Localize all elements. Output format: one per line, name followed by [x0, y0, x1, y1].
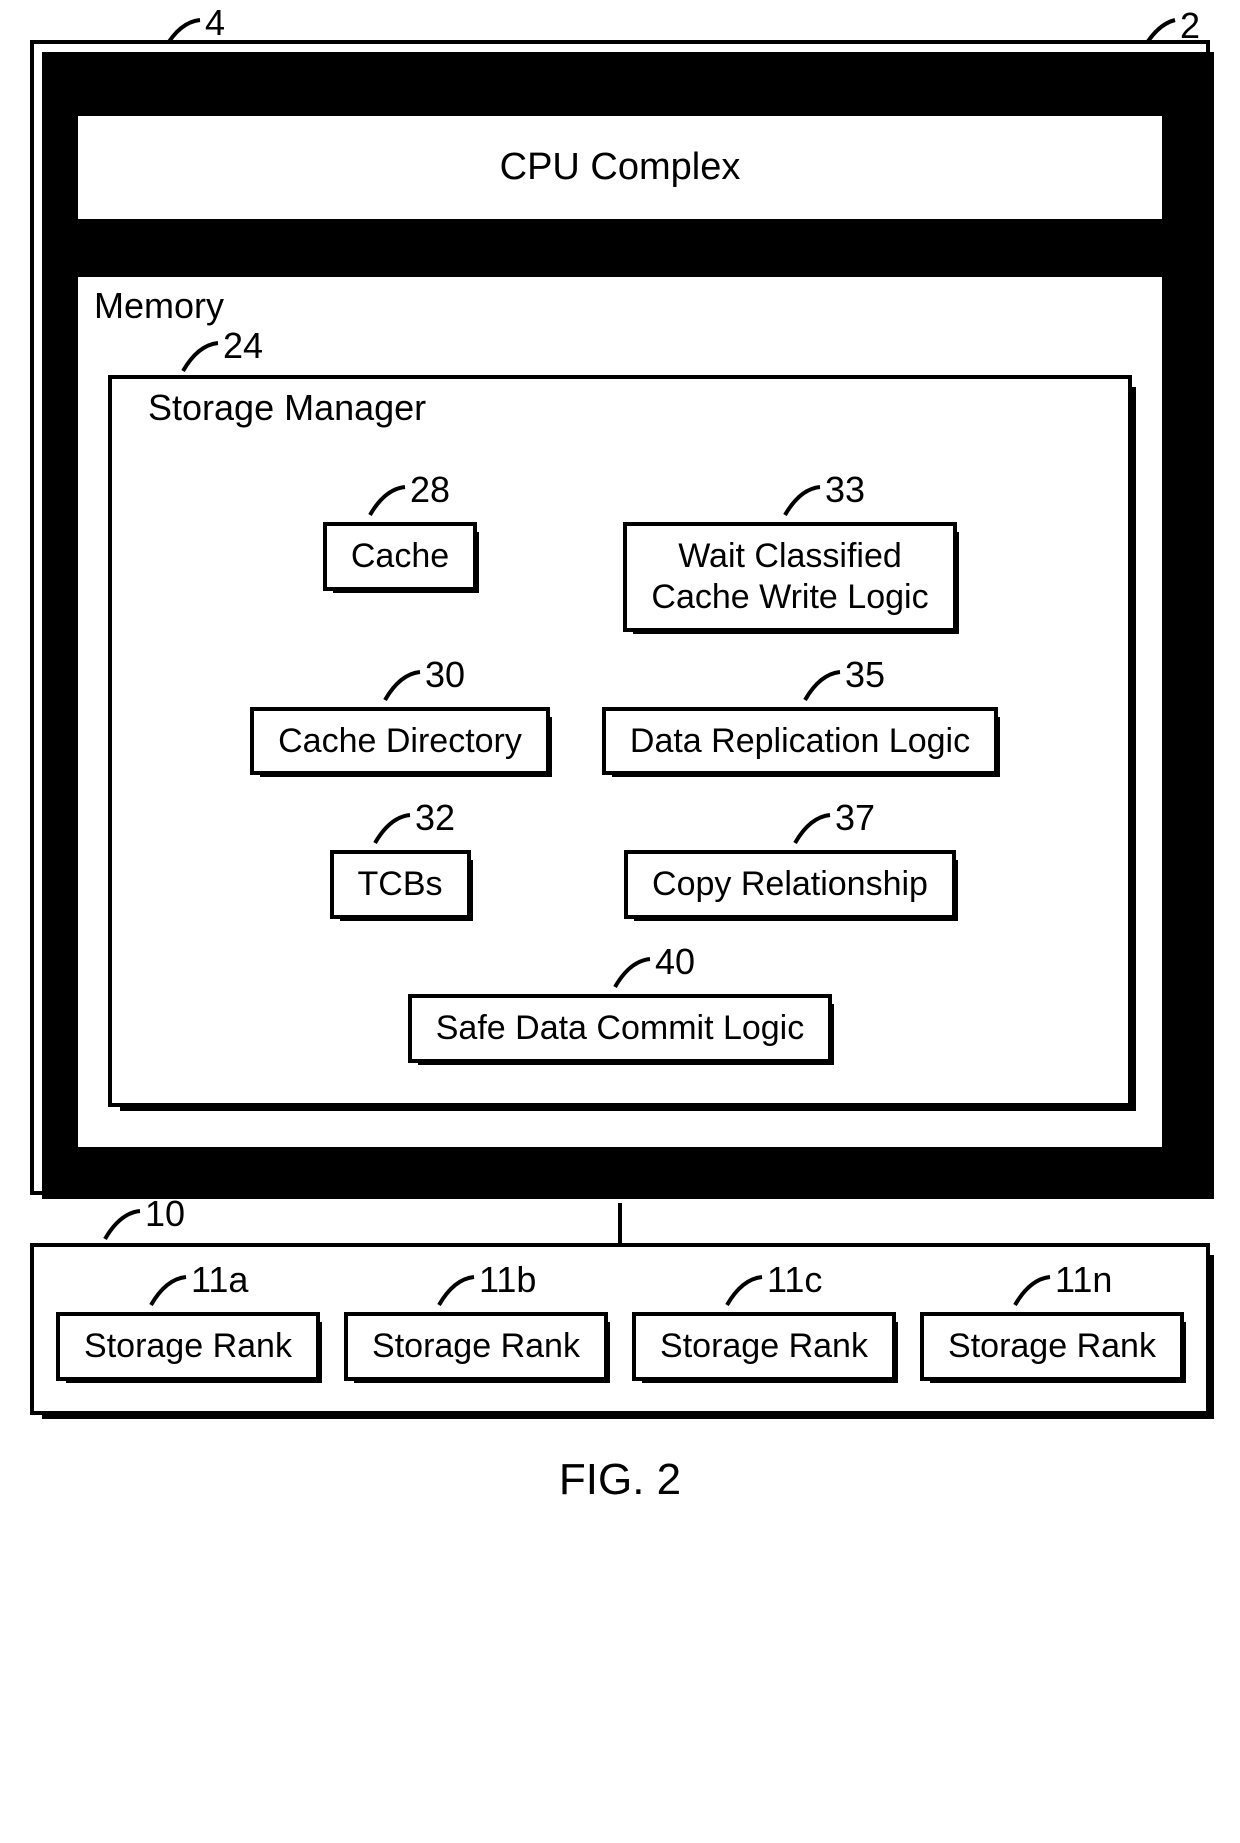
tcbs-box: TCBs	[330, 850, 471, 919]
figure-caption: FIG. 2	[30, 1455, 1210, 1505]
ref-11c: 11c	[712, 1267, 812, 1317]
storage-manager-box: Storage Manager 28 Cache	[108, 375, 1132, 1107]
storage-rank-a: Storage Rank	[56, 1312, 320, 1381]
storage-manager-title: Storage Manager	[132, 379, 1108, 437]
copy-relationship-box: Copy Relationship	[624, 850, 956, 919]
memory-box: Memory 24 Storage Manager	[74, 273, 1166, 1151]
storage-array-box: 11a Storage Rank 11b Storage Rank	[30, 1243, 1210, 1415]
cache-box: Cache	[323, 522, 477, 591]
cpu-complex-box: CPU Complex	[74, 112, 1166, 223]
wait-classified-box: Wait Classified Cache Write Logic	[623, 522, 956, 632]
ref-11a: 11a	[136, 1267, 236, 1317]
ref-40: 40	[600, 949, 680, 999]
ref-32: 32	[360, 805, 440, 855]
data-replication-box: Data Replication Logic	[602, 707, 998, 776]
storage-rank-n: Storage Rank	[920, 1312, 1184, 1381]
ref-30: 30	[370, 662, 450, 712]
ref-33: 33	[770, 477, 850, 527]
storage-rank-b: Storage Rank	[344, 1312, 608, 1381]
storage-rank-c: Storage Rank	[632, 1312, 896, 1381]
ref-11b: 11b	[424, 1267, 524, 1317]
safe-data-commit-box: Safe Data Commit Logic	[408, 994, 833, 1063]
diagram-root: 2 4 Storage Controller 12 CPU Complex 20	[30, 40, 1210, 1505]
ref-35: 35	[790, 662, 870, 712]
ref-28: 28	[355, 477, 435, 527]
cache-directory-box: Cache Directory	[250, 707, 550, 776]
storage-controller-box: Storage Controller 12 CPU Complex 20 Mem…	[30, 40, 1210, 1195]
ref-37: 37	[780, 805, 860, 855]
connector-line	[618, 1203, 622, 1243]
ref-11n: 11n	[1000, 1267, 1100, 1317]
